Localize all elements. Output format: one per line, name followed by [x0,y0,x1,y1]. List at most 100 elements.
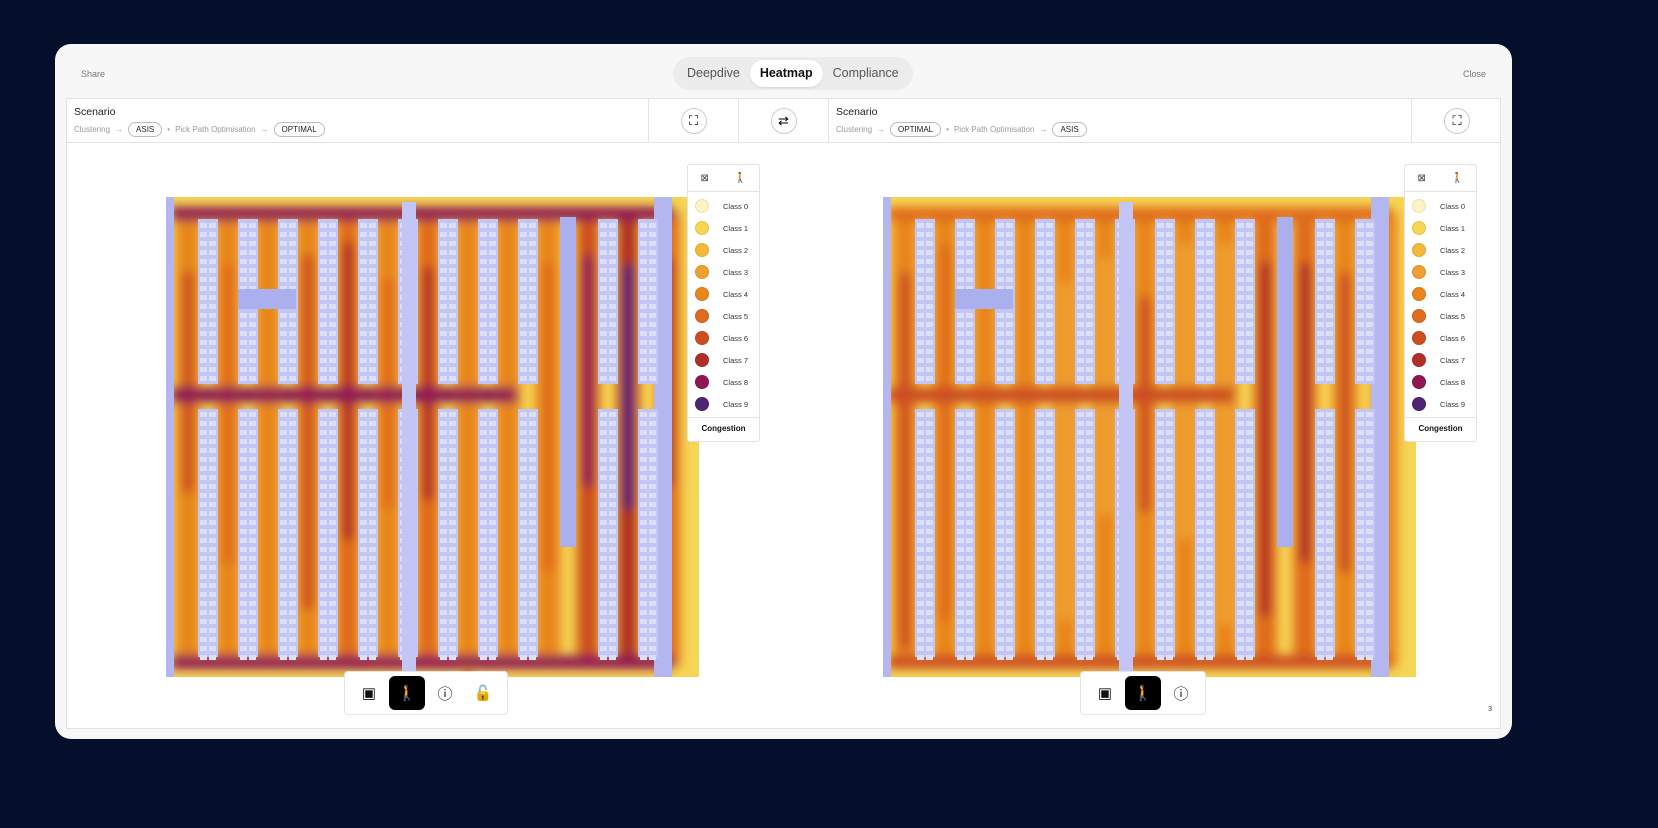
bay [997,565,1004,570]
clustering-pill[interactable]: OPTIMAL [890,122,942,137]
right-heatmap[interactable] [883,197,1416,677]
bay [917,538,924,543]
bay [489,286,496,291]
bay [1206,565,1213,570]
bay [1357,277,1364,282]
bay [1237,430,1244,435]
bay [600,367,607,372]
bay [1037,484,1044,489]
bay [289,484,296,489]
bay [1317,259,1324,264]
bay [360,520,367,525]
bay [1046,655,1053,660]
legend-label: Class 5 [723,311,749,321]
bay [1037,601,1044,606]
map-off-icon[interactable]: ⊠ [1418,173,1426,184]
info-button[interactable]: ⓘ [1163,676,1199,710]
bay [320,547,327,552]
bay [1246,376,1253,381]
legend-item: Class 6 [1405,327,1476,349]
bay [926,259,933,264]
bay [369,286,376,291]
expand-icon: ⛶ [688,112,699,128]
bay [1037,331,1044,336]
bay [449,511,456,516]
swap-button[interactable]: ⇄ [770,107,797,134]
bay [329,322,336,327]
map-off-icon[interactable]: ⊠ [701,173,709,184]
expand-button[interactable]: ⛶ [1444,107,1470,134]
bay [1246,259,1253,264]
walker-button[interactable]: 🚶 [389,676,425,710]
bay [1206,241,1213,246]
bay [240,412,247,417]
bay [480,628,487,633]
walker-button[interactable]: 🚶 [1125,676,1161,710]
bay [1317,223,1324,228]
frame-button[interactable]: ▣ [1087,676,1123,710]
bay [1317,250,1324,255]
bay [1366,475,1373,480]
expand-button[interactable]: ⛶ [680,107,707,134]
arrow-icon: → [1039,125,1048,134]
bay [1077,448,1084,453]
bay [360,637,367,642]
bay [1037,493,1044,498]
tab-compliance[interactable]: Compliance [823,60,909,87]
legend-swatch [695,221,709,235]
bay [249,250,256,255]
bay [966,592,973,597]
bay [926,538,933,543]
unlock-button[interactable]: 🔓 [465,676,501,710]
bay [489,241,496,246]
path-pill[interactable]: ASIS [1052,122,1087,137]
bay [957,232,964,237]
bay [1357,286,1364,291]
bay [1237,619,1244,624]
tab-deepdive[interactable]: Deepdive [677,60,750,87]
bay [440,583,447,588]
bay [609,367,616,372]
right-scenario-header: Scenario Clustering → OPTIMAL • Pick Pat… [829,99,1412,143]
bay [926,295,933,300]
bay [966,646,973,651]
bay [1086,376,1093,381]
bay [640,547,647,552]
bay [320,313,327,318]
bay [600,547,607,552]
walker-icon[interactable]: 🚶 [734,173,746,184]
bay [1246,277,1253,282]
bay [917,259,924,264]
bay [1246,232,1253,237]
frame-button[interactable]: ▣ [351,676,387,710]
walker-icon[interactable]: 🚶 [1451,173,1463,184]
close-link[interactable]: Close [1463,69,1486,79]
path-pill[interactable]: OPTIMAL [273,122,325,137]
bay [360,511,367,516]
bay [1157,331,1164,336]
bay [489,637,496,642]
info-button[interactable]: ⓘ [427,676,463,710]
bay [1077,268,1084,273]
bay [600,358,607,363]
bay [1326,484,1333,489]
left-heatmap[interactable] [166,197,699,677]
share-link[interactable]: Share [81,69,105,79]
bay [600,376,607,381]
bay [200,322,207,327]
bay [1206,475,1213,480]
bay [320,610,327,615]
bay [200,268,207,273]
bay [1086,565,1093,570]
bay [320,502,327,507]
bay [609,502,616,507]
bay [1197,250,1204,255]
bay [489,520,496,525]
bay [280,619,287,624]
bay [609,511,616,516]
bay [1197,619,1204,624]
bay [1006,493,1013,498]
tab-heatmap[interactable]: Heatmap [749,60,823,87]
clustering-pill[interactable]: ASIS [128,122,163,137]
bay [320,322,327,327]
